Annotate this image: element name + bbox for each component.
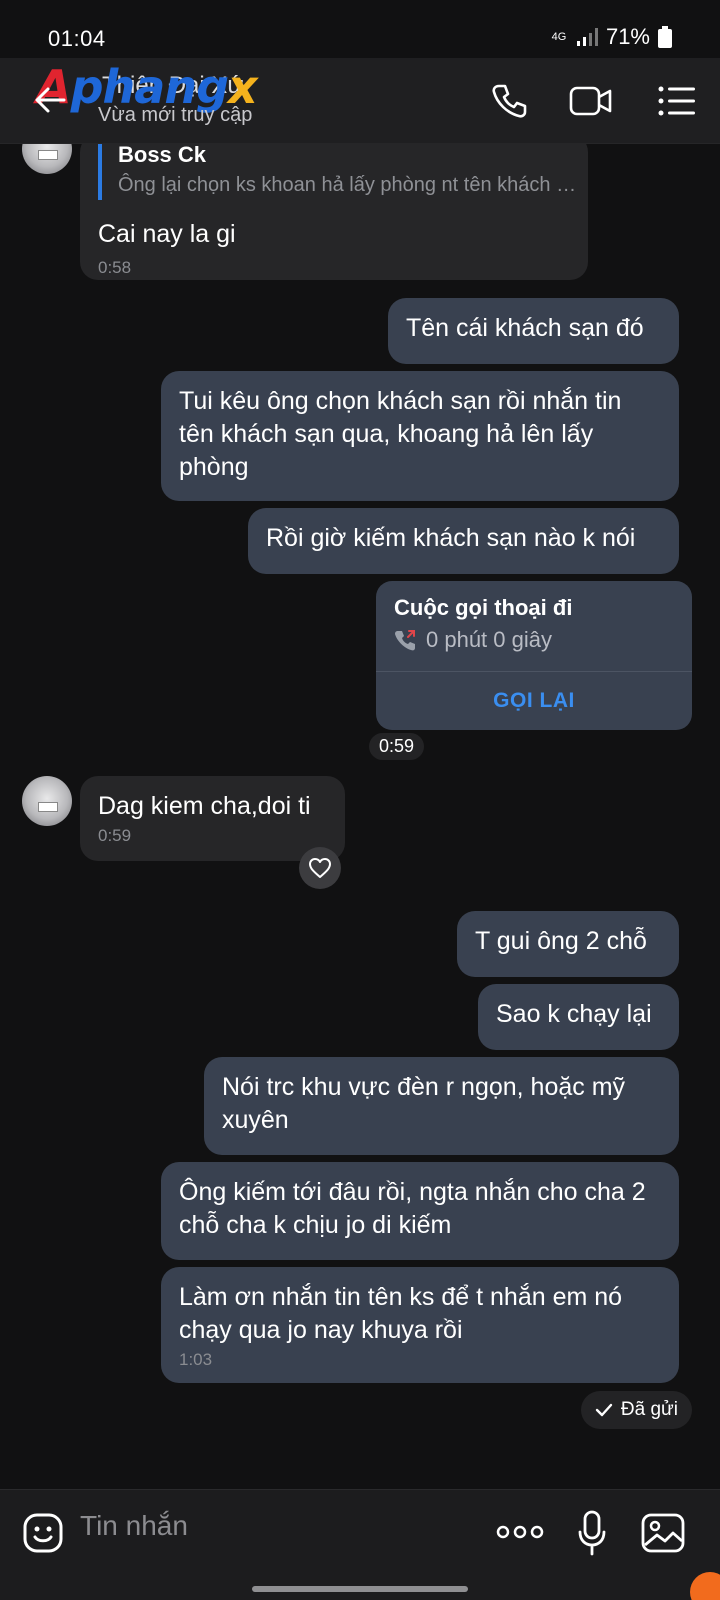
message-bubble-outgoing[interactable]: Nói trc khu vực đèn r ngọn, hoặc mỹ xuyê… xyxy=(204,1057,679,1155)
voice-call-button[interactable] xyxy=(484,76,534,126)
call-duration: 0 phút 0 giây xyxy=(426,627,552,652)
phone-icon xyxy=(492,84,527,118)
sent-status-text: Đã gửi xyxy=(620,1399,678,1420)
message-text: Sao k chạy lại xyxy=(496,1000,652,1028)
video-call-button[interactable] xyxy=(566,76,616,126)
microphone-icon xyxy=(578,1510,606,1556)
outgoing-call-icon xyxy=(395,630,415,651)
message-text: T gui ông 2 chỗ xyxy=(475,927,647,955)
status-bar: 01:04 4G 71% xyxy=(0,0,720,60)
contact-status: Vừa mới truy cập xyxy=(98,104,253,126)
reply-quote-sender: Boss Ck xyxy=(118,144,207,167)
message-bubble-incoming[interactable]: Boss Ck Ông lại chọn ks khoan hả lấy phò… xyxy=(80,144,588,280)
emoji-button[interactable] xyxy=(20,1510,66,1556)
message-time: 0:59 xyxy=(98,826,132,845)
back-arrow-icon xyxy=(35,87,66,113)
reply-quote-text: Ông lại chọn ks khoan hả lấy phòng nt tê… xyxy=(118,174,578,196)
message-time: 0:58 xyxy=(98,258,132,277)
message-text: Làm ơn nhắn tin tên ks để t nhắn em nó c… xyxy=(179,1283,623,1344)
message-time: 1:03 xyxy=(179,1350,213,1369)
message-bubble-outgoing[interactable]: Sao k chạy lại xyxy=(478,984,679,1050)
status-icons: 4G 71% xyxy=(550,24,672,50)
message-bubble-outgoing[interactable]: Tên cái khách sạn đó xyxy=(388,298,679,364)
message-composer: Tin nhắn xyxy=(0,1489,720,1600)
more-icon xyxy=(496,1525,544,1539)
message-bubble-outgoing[interactable]: Ông kiếm tới đâu rồi, ngta nhắn cho cha … xyxy=(161,1162,679,1260)
emoji-icon xyxy=(23,1513,63,1553)
message-list[interactable]: Boss Ck Ông lại chọn ks khoan hả lấy phò… xyxy=(0,144,720,1489)
more-options-button[interactable] xyxy=(496,1520,544,1544)
message-bubble-incoming[interactable]: Dag kiem cha,doi ti 0:59 xyxy=(80,776,345,861)
send-image-button[interactable] xyxy=(640,1510,686,1556)
message-text: Cai nay la gi xyxy=(98,220,236,248)
message-text: Tên cái khách sạn đó xyxy=(406,314,644,342)
reply-quote[interactable]: Boss Ck Ông lại chọn ks khoan hả lấy phò… xyxy=(98,144,578,200)
contact-avatar[interactable] xyxy=(22,776,72,826)
back-button[interactable] xyxy=(28,78,72,122)
status-time: 01:04 xyxy=(48,26,106,51)
signal-icon xyxy=(576,28,598,46)
message-input[interactable]: Tin nhắn xyxy=(80,1510,188,1542)
voice-message-button[interactable] xyxy=(574,1508,610,1558)
video-call-icon xyxy=(569,86,612,116)
message-text: Dag kiem cha,doi ti xyxy=(98,792,311,820)
image-icon xyxy=(641,1513,685,1553)
menu-list-icon xyxy=(658,86,695,116)
message-text: Nói trc khu vực đèn r ngọn, hoặc mỹ xuyê… xyxy=(222,1073,626,1134)
message-bubble-outgoing[interactable]: T gui ông 2 chỗ xyxy=(457,911,679,977)
contact-avatar[interactable] xyxy=(22,144,72,174)
chat-header: Thiên Đại Xứ Aphangx Vừa mới truy cập xyxy=(0,58,720,144)
message-bubble-outgoing[interactable]: Rồi giờ kiếm khách sạn nào k nói xyxy=(248,508,679,574)
message-text: Tui kêu ông chọn khách sạn rồi nhắn tin … xyxy=(179,387,622,481)
message-text: Ông kiếm tới đâu rồi, ngta nhắn cho cha … xyxy=(179,1178,646,1239)
chat-menu-button[interactable] xyxy=(652,76,702,126)
message-bubble-outgoing[interactable]: Làm ơn nhắn tin tên ks để t nhắn em nó c… xyxy=(161,1267,679,1383)
message-time-chip: 0:59 xyxy=(369,733,425,760)
heart-icon xyxy=(309,858,331,878)
battery-icon xyxy=(658,26,672,48)
call-log-card[interactable]: Cuộc gọi thoại đi 0 phút 0 giây GỌI LẠI xyxy=(376,581,692,730)
check-icon xyxy=(595,1403,613,1417)
home-indicator[interactable] xyxy=(252,1586,468,1592)
sent-status-chip: Đã gửi xyxy=(580,1391,692,1429)
message-bubble-outgoing[interactable]: Tui kêu ông chọn khách sạn rồi nhắn tin … xyxy=(161,371,679,501)
battery-percent: 71% xyxy=(605,24,650,49)
message-text: Rồi giờ kiếm khách sạn nào k nói xyxy=(266,524,636,552)
call-title: Cuộc gọi thoại đi xyxy=(394,595,573,620)
react-heart-button[interactable] xyxy=(299,847,341,889)
network-type: 4G xyxy=(551,30,567,43)
call-back-button[interactable]: GỌI LẠI xyxy=(376,671,692,730)
